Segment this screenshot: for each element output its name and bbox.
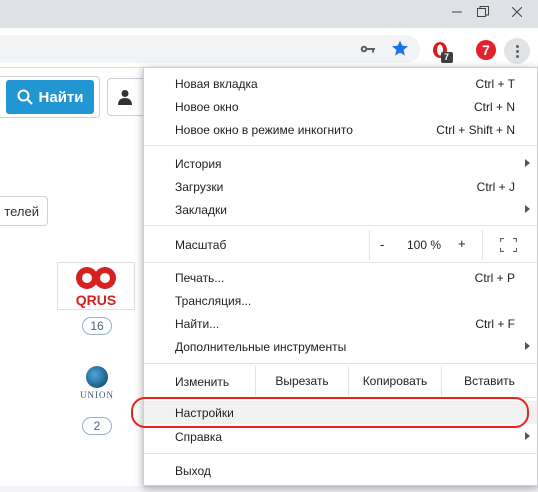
menu-item-label: Новое окно в режиме инкогнито	[175, 122, 353, 137]
zoom-label: Масштаб	[175, 238, 227, 252]
union-emblem	[86, 366, 108, 388]
omnibox[interactable]	[0, 35, 420, 63]
close-icon	[512, 7, 522, 17]
menu-item-new-tab[interactable]: Новая вкладка Ctrl + T	[144, 72, 537, 95]
bookmark-star-icon[interactable]	[391, 39, 409, 57]
menu-item-label: Найти...	[175, 316, 220, 331]
menu-separator	[144, 225, 537, 226]
menu-item-find[interactable]: Найти... Ctrl + F	[144, 312, 537, 335]
paste-button[interactable]: Вставить	[441, 366, 537, 396]
kebab-dot	[515, 49, 519, 53]
seven-extension-icon[interactable]: 7	[476, 40, 496, 60]
menu-item-help[interactable]: Справка	[144, 425, 537, 448]
menu-separator	[144, 145, 537, 146]
chrome-menu-button[interactable]	[504, 38, 530, 64]
menu-edit-row: Изменить Вырезать Копировать Вставить	[144, 366, 537, 396]
union-count-badge: 2	[82, 417, 112, 435]
qrus-logo-text: QRUS	[76, 292, 116, 308]
menu-item-label: Новая вкладка	[175, 76, 258, 91]
submenu-arrow-icon	[525, 159, 530, 167]
page-bottom-strip	[0, 486, 538, 492]
menu-item-label: История	[175, 156, 222, 171]
restore-button[interactable]	[466, 0, 500, 24]
menu-item-exit[interactable]: Выход	[144, 459, 537, 482]
zoom-out-button[interactable]: -	[380, 237, 384, 252]
search-icon	[17, 89, 33, 105]
menu-item-label: Выход	[175, 463, 211, 478]
menu-zoom-row: Масштаб - 100 % +	[144, 230, 537, 260]
partners-tab[interactable]: телей	[0, 196, 48, 226]
menu-item-cast[interactable]: Трансляция...	[144, 289, 537, 312]
menu-item-label: Справка	[175, 429, 223, 444]
submenu-arrow-icon	[525, 205, 530, 213]
menu-item-more-tools[interactable]: Дополнительные инструменты	[144, 335, 537, 358]
menu-item-shortcut: Ctrl + P	[474, 270, 515, 285]
menu-item-label: Дополнительные инструменты	[175, 339, 347, 354]
kebab-dot	[515, 44, 519, 48]
submenu-arrow-icon	[525, 342, 530, 350]
restore-icon	[477, 6, 489, 17]
menu-item-print[interactable]: Печать... Ctrl + P	[144, 266, 537, 289]
menu-item-label: Новое окно	[175, 99, 239, 114]
minimize-icon	[452, 11, 462, 13]
user-icon	[118, 90, 132, 105]
close-button[interactable]	[500, 0, 534, 24]
menu-item-downloads[interactable]: Загрузки Ctrl + J	[144, 175, 537, 198]
menu-separator	[144, 453, 537, 454]
key-icon[interactable]	[360, 41, 376, 57]
user-button[interactable]	[107, 78, 147, 116]
menu-item-shortcut: Ctrl + F	[475, 316, 515, 331]
submenu-arrow-icon	[525, 432, 530, 440]
menu-item-label: Загрузки	[175, 179, 224, 194]
menu-item-label: Печать...	[175, 270, 225, 285]
menu-item-bookmarks[interactable]: Закладки	[144, 198, 537, 221]
fullscreen-icon[interactable]	[500, 238, 517, 252]
menu-item-shortcut: Ctrl + Shift + N	[436, 122, 515, 137]
opera-extension-icon[interactable]: 7	[430, 40, 454, 64]
menu-item-new-window[interactable]: Новое окно Ctrl + N	[144, 95, 537, 118]
menu-separator	[144, 363, 537, 364]
edit-label: Изменить	[175, 375, 230, 389]
menu-item-history[interactable]: История	[144, 152, 537, 175]
menu-separator	[144, 262, 537, 263]
union-logo-text: UNION	[80, 390, 114, 400]
union-logo[interactable]: UNION	[74, 366, 120, 410]
qrus-logo[interactable]: QRUS	[57, 262, 135, 310]
settings-highlight-ring	[131, 397, 529, 428]
cut-button[interactable]: Вырезать	[255, 366, 348, 396]
qrus-count-badge: 16	[82, 317, 112, 335]
zoom-in-button[interactable]: +	[458, 236, 466, 251]
extension-badge: 7	[444, 52, 450, 62]
menu-item-label: Закладки	[175, 202, 227, 217]
menu-item-shortcut: Ctrl + N	[473, 99, 515, 114]
zoom-level: 100 %	[407, 238, 442, 252]
menu-item-incognito[interactable]: Новое окно в режиме инкогнито Ctrl + Shi…	[144, 118, 537, 141]
search-button-label: Найти	[38, 88, 84, 106]
kebab-dot	[515, 54, 519, 58]
menu-item-label: Трансляция...	[175, 293, 252, 308]
menu-item-shortcut: Ctrl + T	[475, 76, 515, 91]
menu-item-shortcut: Ctrl + J	[476, 179, 515, 194]
search-button[interactable]: Найти	[6, 80, 94, 114]
copy-button[interactable]: Копировать	[348, 366, 441, 396]
